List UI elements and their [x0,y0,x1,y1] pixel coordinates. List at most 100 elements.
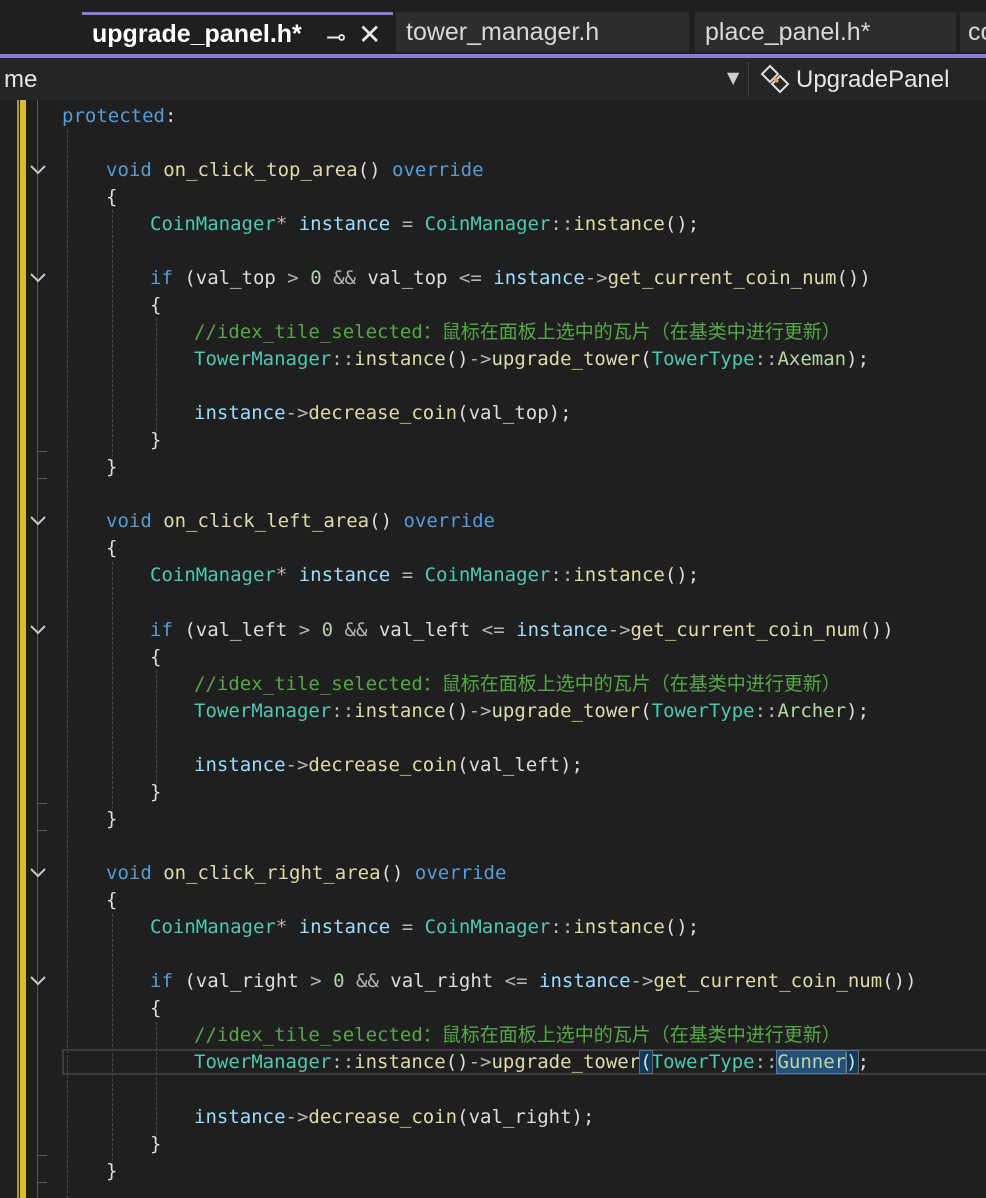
indent-guide [67,130,68,1198]
class-dropdown[interactable]: UpgradePanel [796,66,949,94]
indent-guide [156,670,157,788]
variable: instance [194,1106,286,1128]
variable: val_top [367,267,448,289]
code-line: } [150,1133,162,1155]
enum-value: Axeman [777,348,847,370]
variable: instance [493,267,585,289]
code-line: void on_click_right_area() override [106,862,507,884]
scope-dropdown[interactable]: me [4,66,37,94]
code-line: { [106,889,118,911]
keyword: protected [62,105,165,127]
type-name: TowerType [651,700,755,722]
function-name: instance [354,700,446,722]
collapse-icon[interactable] [28,974,48,988]
code-line: void on_click_top_area() override [106,159,484,181]
variable: val_left [468,754,561,776]
function-name: decrease_coin [308,754,458,776]
function-name: on_click_top_area [163,159,358,181]
variable: instance [298,564,391,586]
type-name: CoinManager [424,916,551,938]
collapse-icon[interactable] [28,623,48,637]
chevron-down-icon[interactable]: ▼ [727,68,739,87]
collapse-icon[interactable] [28,866,48,880]
class-icon [760,64,790,94]
function-name: instance [573,213,665,235]
indent-guide [112,562,113,814]
function-name: instance [354,348,446,370]
variable: val_right [390,970,494,992]
code-line: //idex_tile_selected：鼠标在面板上选中的瓦片（在基类中进行更… [194,1022,841,1049]
function-name: on_click_right_area [163,862,381,884]
code-line: { [150,294,162,316]
code-line: { [150,997,162,1019]
number: 0 [321,619,334,641]
nav-divider [748,62,749,96]
keyword: override [403,510,495,532]
function-name: get_current_coin_num [607,267,837,289]
function-name: instance [573,916,665,938]
variable: val_right [468,1106,572,1128]
fold-end-tick [37,1182,47,1183]
tab-place-panel-h[interactable]: place_panel.h* [695,12,956,52]
fold-end-tick [37,803,47,804]
collapse-icon[interactable] [28,514,48,528]
keyword: override [414,862,507,884]
variable: val_top [468,402,549,424]
function-name: decrease_coin [308,1106,458,1128]
code-line: if (val_top > 0 && val_top <= instance->… [150,267,871,289]
function-name: upgrade_tower [491,1051,641,1073]
fold-end-tick [37,830,47,831]
code-line-current[interactable]: TowerManager::instance()->upgrade_tower(… [194,1049,869,1076]
number: 0 [333,970,345,992]
function-name: get_current_coin_num [630,619,860,641]
code-line: CoinManager* instance = CoinManager::ins… [150,564,700,586]
type-name: CoinManager [150,564,276,586]
navigation-bar: me ▼ UpgradePanel [0,58,986,100]
keyword: void [106,862,152,884]
variable: instance [194,402,286,424]
code-line: CoinManager* instance = CoinManager::ins… [150,916,700,938]
change-indicator [17,100,19,1198]
fold-end-tick [37,1155,47,1156]
variable: instance [298,916,391,938]
document-tab-bar: upgrade_panel.h* ⊸ ✕ tower_manager.h pla… [0,0,986,58]
enum-value: Archer [777,700,847,722]
type-name: CoinManager [150,916,276,938]
comment: //idex_tile_selected：鼠标在面板上选中的瓦片（在基类中进行更… [194,673,841,695]
variable: instance [194,754,286,776]
code-line: TowerManager::instance()->upgrade_tower(… [194,348,870,370]
variable: val_right [195,970,299,992]
change-indicator [20,100,26,1198]
tab-upgrade-panel-h[interactable]: upgrade_panel.h* ⊸ ✕ [82,12,393,52]
variable: instance [298,213,391,235]
comment: //idex_tile_selected：鼠标在面板上选中的瓦片（在基类中进行更… [194,321,841,343]
code-line: instance->decrease_coin(val_top); [194,402,572,424]
code-line: { [106,537,118,559]
comment: //idex_tile_selected：鼠标在面板上选中的瓦片（在基类中进行更… [194,1024,841,1046]
code-line: { [106,186,118,208]
close-icon[interactable]: ✕ [358,18,381,51]
collapse-icon[interactable] [28,271,48,285]
indent-guide [112,210,113,462]
keyword: override [392,159,484,181]
function-name: instance [354,1051,446,1073]
pin-icon[interactable]: ⊸ [326,23,346,51]
function-name: instance [573,564,665,586]
tab-overflow[interactable]: co [960,12,986,52]
variable: instance [539,970,631,992]
code-editor[interactable]: protected: void on_click_top_area() over… [0,100,986,1198]
selected-text[interactable]: Gunner [776,1050,848,1074]
collapse-icon[interactable] [28,163,48,177]
tab-tower-manager-h[interactable]: tower_manager.h [396,12,689,52]
keyword: void [106,159,152,181]
tab-label: co [968,18,986,46]
code-line: //idex_tile_selected：鼠标在面板上选中的瓦片（在基类中进行更… [194,319,841,346]
number: 0 [310,267,322,289]
variable: val_left [195,619,288,641]
indent-guide [112,914,113,1166]
tab-label: upgrade_panel.h* [92,20,302,48]
tab-label: tower_manager.h [406,18,600,46]
indent-guide [156,1022,157,1140]
code-line: } [106,1160,118,1182]
matched-bracket: ) [845,1050,859,1074]
